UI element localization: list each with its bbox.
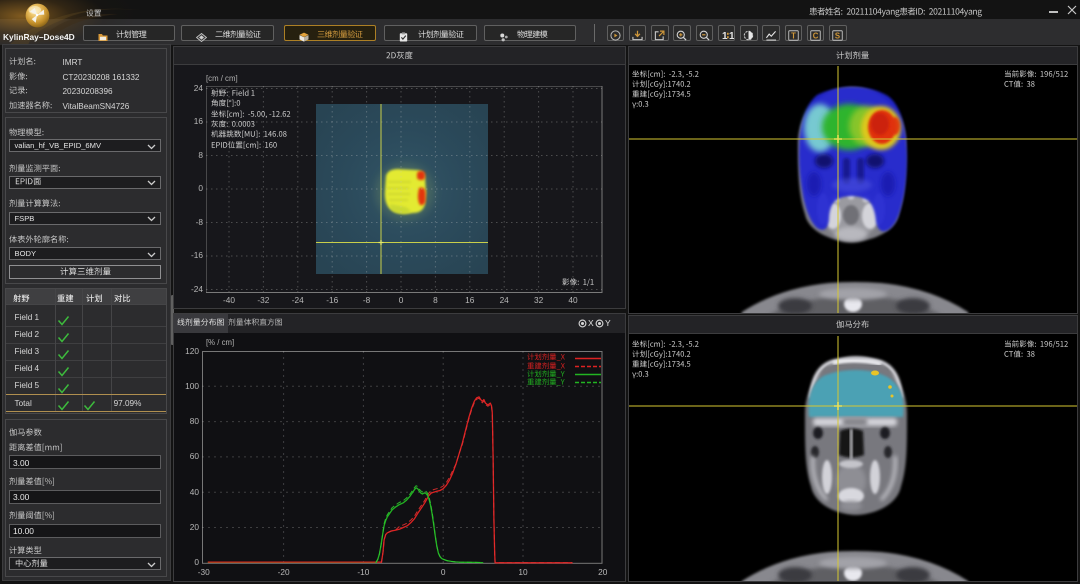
svg-text:1: 1 (729, 31, 734, 41)
svg-text:T: T (791, 31, 796, 40)
svg-text:1: 1 (722, 31, 728, 41)
svg-text:S: S (835, 31, 840, 40)
svg-text:C: C (813, 31, 819, 40)
